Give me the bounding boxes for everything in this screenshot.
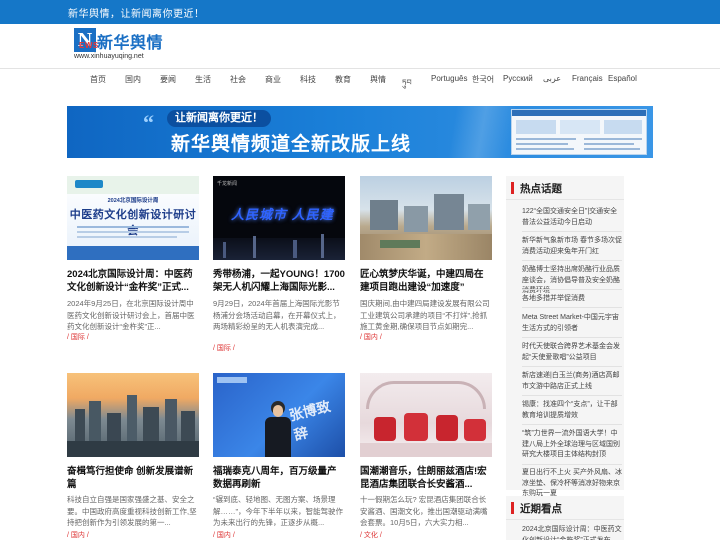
logo-url: www.xinhuayuqing.net xyxy=(74,53,144,60)
item-divider xyxy=(522,231,622,232)
article-title[interactable]: 秀带杨浦，一起YOUNG！1700架无人机闪耀上海国际光影... xyxy=(213,268,345,294)
main-nav: 首页 国内 要闻 生活 社会 商业 科技 教育 舆情 ཏུབ Português… xyxy=(0,74,720,90)
article-title[interactable]: 匠心筑梦庆华诞，中建四局在建项目跑出建设“加速度” xyxy=(360,268,492,294)
section-marker-icon xyxy=(511,502,514,514)
article-summary: 9月29日，2024年首届上海国际光影节杨浦分会场活动启幕，在开幕仪式上，两场精… xyxy=(213,299,341,331)
article-summary: “辗到底、轻地图、无图方案、场景理解……”，今年下半年以来，智能驾驶作为未来出行… xyxy=(213,495,343,527)
hot-topic-item[interactable]: 时代天使联合跨界艺术基金会发起“天使爱歌唱”公益项目 xyxy=(522,342,622,363)
nav-item-domestic[interactable]: 国内 xyxy=(125,74,141,85)
nav-item-russian[interactable]: Русский xyxy=(503,74,533,83)
nav-item-society[interactable]: 社会 xyxy=(230,74,246,85)
article-card[interactable]: 奋楫笃行担使命 创新发展谱新篇 科技自立自强是国家强盛之基、安全之要。中国政府高… xyxy=(67,373,199,540)
nav-item-opinion[interactable]: 舆情 xyxy=(370,74,386,85)
article-category[interactable]: / 文化 / xyxy=(360,530,382,540)
nav-item-tibetan[interactable]: ཏུབ xyxy=(402,73,412,96)
item-divider xyxy=(522,260,622,261)
nav-item-business[interactable]: 商业 xyxy=(265,74,281,85)
recent-title: 近期看点 xyxy=(520,503,562,515)
nav-item-french[interactable]: Français xyxy=(572,74,603,83)
nav-divider xyxy=(0,68,720,69)
article-card[interactable]: 国潮潮音乐，住朗丽兹酒店!宏昆酒店集团联合长安酱酒... 十一假期怎么玩? 宏昆… xyxy=(360,373,492,540)
nav-item-life[interactable]: 生活 xyxy=(195,74,211,85)
article-image-text: 人民城市 人民建 xyxy=(231,207,334,222)
nav-item-tech[interactable]: 科技 xyxy=(300,74,316,85)
hot-topics-title: 热点话题 xyxy=(520,183,562,195)
article-image-text: 中医药文化创新设计研讨会 xyxy=(69,209,197,237)
article-category[interactable]: / 国内 / xyxy=(67,530,89,540)
article-image[interactable] xyxy=(67,373,199,457)
article-card[interactable]: 千龙新闻 人民城市 人民建 秀带杨浦，一起YOUNG！1700架无人机闪耀上海国… xyxy=(213,176,345,352)
banner-tag: 让新闻离你更近！ xyxy=(167,110,271,127)
nav-item-portuguese[interactable]: Português xyxy=(431,74,467,83)
item-divider xyxy=(522,464,622,465)
article-summary: 十一假期怎么玩? 宏昆酒店集团联合长安酱酒、国潮文化，推出国潮驱动满嘴会套票。1… xyxy=(360,495,488,527)
nav-item-korean[interactable]: 한국어 xyxy=(472,74,494,85)
promo-banner[interactable]: “ 让新闻离你更近！ 新华舆情频道全新改版上线 xyxy=(67,106,653,158)
item-divider xyxy=(522,366,622,367)
hot-topic-item[interactable]: 锡康：找准四个“支点”，让干部教育培训提质增效 xyxy=(522,400,622,421)
nav-item-education[interactable]: 教育 xyxy=(335,74,351,85)
hot-topic-item[interactable]: 奶酪博士坚持出席奶酪行业品质座谈会，消协倡导普及安全奶酪消费环境 xyxy=(522,265,622,297)
article-card[interactable]: 2024北京国际设计周 中医药文化创新设计研讨会 2024北京国际设计周：中医药… xyxy=(67,176,199,346)
hot-topic-item[interactable]: 新店速递|白玉兰(商务)酒店高邮市文游中路店正式上线 xyxy=(522,371,622,392)
article-category[interactable]: / 国内 / xyxy=(360,332,382,342)
item-divider xyxy=(522,289,622,290)
article-title[interactable]: 奋楫笃行担使命 创新发展谱新篇 xyxy=(67,465,199,491)
article-image[interactable]: 张博致辞 xyxy=(213,373,345,457)
article-image-text: 张博致辞 xyxy=(287,397,333,443)
recent-panel: 近期看点 2024北京国际设计周：中医药文化创新设计“金杵奖”正式发布 xyxy=(506,496,624,540)
banner-title: 新华舆情频道全新改版上线 xyxy=(171,134,412,155)
nav-item-home[interactable]: 首页 xyxy=(90,74,106,85)
item-divider xyxy=(522,337,622,338)
article-image[interactable] xyxy=(360,176,492,260)
top-bar: 新华舆情，让新闻离你更近！ xyxy=(0,0,720,24)
hot-topics-header: 热点话题 xyxy=(506,176,624,200)
article-image[interactable] xyxy=(360,373,492,457)
hot-topics-panel: 热点话题 122“全国交通安全日”|交通安全普法公益活动今日启动 新华新气象新市… xyxy=(506,176,624,497)
article-category[interactable]: / 国际 / xyxy=(213,343,235,353)
item-divider xyxy=(522,395,622,396)
article-card[interactable]: 匠心筑梦庆华诞，中建四局在建项目跑出建设“加速度” 国庆期间,由中建四局建设发展… xyxy=(360,176,492,346)
nav-item-spanish[interactable]: Español xyxy=(608,74,637,83)
article-title[interactable]: 2024北京国际设计周：中医药文化创新设计“金杵奖”正式... xyxy=(67,268,199,294)
article-summary: 科技自立自强是国家强盛之基、安全之要。中国政府高度重视科技创新工作,坚持把创新作… xyxy=(67,495,197,527)
article-summary: 国庆期间,由中建四局建设发展有限公司工业建筑公司承建的项目“不打烊”,抢抓施工黄… xyxy=(360,299,490,331)
hot-topic-item[interactable]: 夏日出行不上火 买产外风扇、冰凉坐垫、保冷杯等消凉好物来京东购玩一夏 xyxy=(522,468,622,500)
article-image-caption: 2024北京国际设计周 xyxy=(107,198,159,204)
hot-topic-item[interactable]: 各地多措并举促消费 xyxy=(522,294,622,305)
article-card[interactable]: 张博致辞 福瑞泰克八周年，百万级量产数据再刷新 “辗到底、轻地图、无图方案、场景… xyxy=(213,373,345,540)
hot-topic-item[interactable]: Meta Street Market-中国元宇宙生活方式的引领者 xyxy=(522,313,622,334)
article-category[interactable]: / 国内 / xyxy=(213,530,235,540)
banner-light-stripe xyxy=(427,106,517,158)
nav-item-headlines[interactable]: 要闻 xyxy=(160,74,176,85)
site-logo[interactable]: N EWS 新华舆情 www.xinhuayuqing.net xyxy=(74,28,164,62)
recent-item[interactable]: 2024北京国际设计周：中医药文化创新设计“金杵奖”正式发布 xyxy=(522,525,622,540)
site-slogan: 新华舆情，让新闻离你更近！ xyxy=(68,9,205,20)
nav-item-arabic[interactable]: عربى xyxy=(543,74,561,83)
website-screens-image xyxy=(511,109,647,155)
item-divider xyxy=(522,424,622,425)
recent-header: 近期看点 xyxy=(506,496,624,520)
logo-sub: EWS xyxy=(79,41,99,50)
section-marker-icon xyxy=(511,182,514,194)
article-summary: 2024年9月25日，在北京国际设计周中医药文化创新设计研讨会上，首届中医药文化… xyxy=(67,299,195,331)
item-divider xyxy=(522,307,622,308)
article-title[interactable]: 国潮潮音乐，住朗丽兹酒店!宏昆酒店集团联合长安酱酒... xyxy=(360,465,492,491)
hot-topic-item[interactable]: 122“全国交通安全日”|交通安全普法公益活动今日启动 xyxy=(522,207,622,228)
hot-topic-item[interactable]: 新华新气象新市场 春节多场次促消费活动迎来兔年开门红 xyxy=(522,236,622,257)
article-category[interactable]: / 国际 / xyxy=(67,332,89,342)
article-image[interactable]: 2024北京国际设计周 中医药文化创新设计研讨会 xyxy=(67,176,199,260)
article-image[interactable]: 千龙新闻 人民城市 人民建 xyxy=(213,176,345,260)
hot-topic-item[interactable]: “筑”力世界一流外国语大学！中建八局上外全球治理与区域国别研究大楼项目主体结构封… xyxy=(522,429,622,461)
logo-name: 新华舆情 xyxy=(97,35,164,52)
quote-mark-icon: “ xyxy=(143,110,154,135)
article-title[interactable]: 福瑞泰克八周年，百万级量产数据再刷新 xyxy=(213,465,345,491)
